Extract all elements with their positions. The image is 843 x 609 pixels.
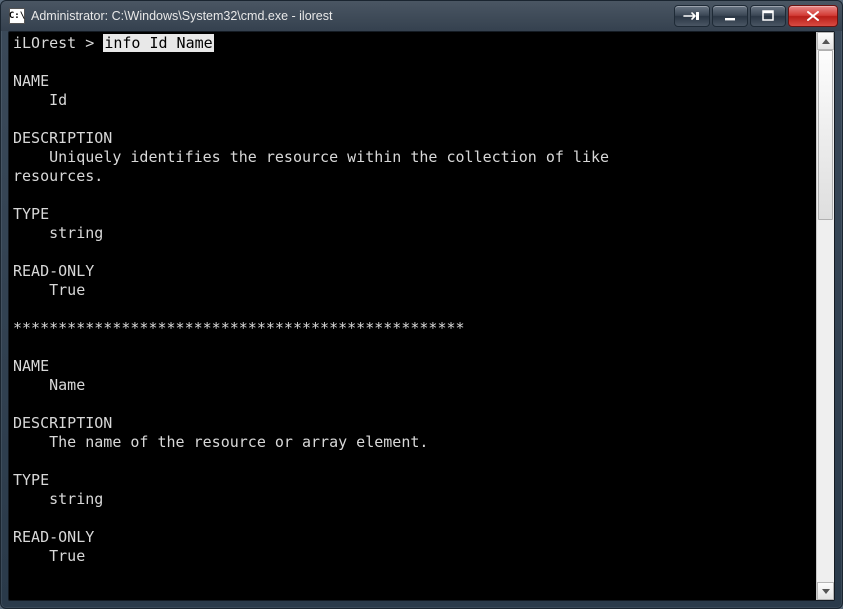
close-button[interactable] [788, 5, 838, 27]
section-value: True [49, 281, 85, 299]
vertical-scrollbar[interactable] [816, 32, 834, 600]
section-header: TYPE [13, 205, 49, 223]
divider: ****************************************… [13, 319, 465, 337]
client-area: iLOrest > info Id Name NAME Id DESCRIPTI… [8, 31, 835, 601]
maximize-button[interactable] [750, 5, 786, 27]
section-value: string [49, 224, 103, 242]
window-buttons [674, 5, 840, 27]
share-button[interactable] [674, 5, 710, 27]
chevron-up-icon [822, 39, 830, 44]
app-icon-text: C:\ [9, 11, 25, 21]
section-value: The name of the resource or array elemen… [49, 433, 428, 451]
section-header: READ-ONLY [13, 262, 94, 280]
console-output[interactable]: iLOrest > info Id Name NAME Id DESCRIPTI… [9, 32, 816, 600]
scrollbar-track[interactable] [817, 50, 834, 582]
section-header: DESCRIPTION [13, 129, 112, 147]
scroll-up-button[interactable] [817, 32, 834, 50]
command-text: info Id Name [103, 34, 213, 52]
section-value: True [49, 547, 85, 565]
section-header: READ-ONLY [13, 528, 94, 546]
cmd-window: C:\ Administrator: C:\Windows\System32\c… [0, 0, 843, 609]
prompt-prefix: iLOrest > [13, 34, 103, 52]
chevron-down-icon [822, 589, 830, 594]
app-icon: C:\ [9, 8, 25, 24]
title-bar[interactable]: C:\ Administrator: C:\Windows\System32\c… [1, 1, 842, 31]
section-header: NAME [13, 357, 49, 375]
section-header: DESCRIPTION [13, 414, 112, 432]
section-header: NAME [13, 72, 49, 90]
section-value: Uniquely identifies the resource within … [13, 148, 609, 185]
scrollbar-thumb[interactable] [818, 50, 833, 220]
section-value: Id [49, 91, 67, 109]
scroll-down-button[interactable] [817, 582, 834, 600]
section-value: string [49, 490, 103, 508]
section-header: TYPE [13, 471, 49, 489]
section-value: Name [49, 376, 85, 394]
window-title: Administrator: C:\Windows\System32\cmd.e… [31, 9, 332, 23]
minimize-button[interactable] [712, 5, 748, 27]
